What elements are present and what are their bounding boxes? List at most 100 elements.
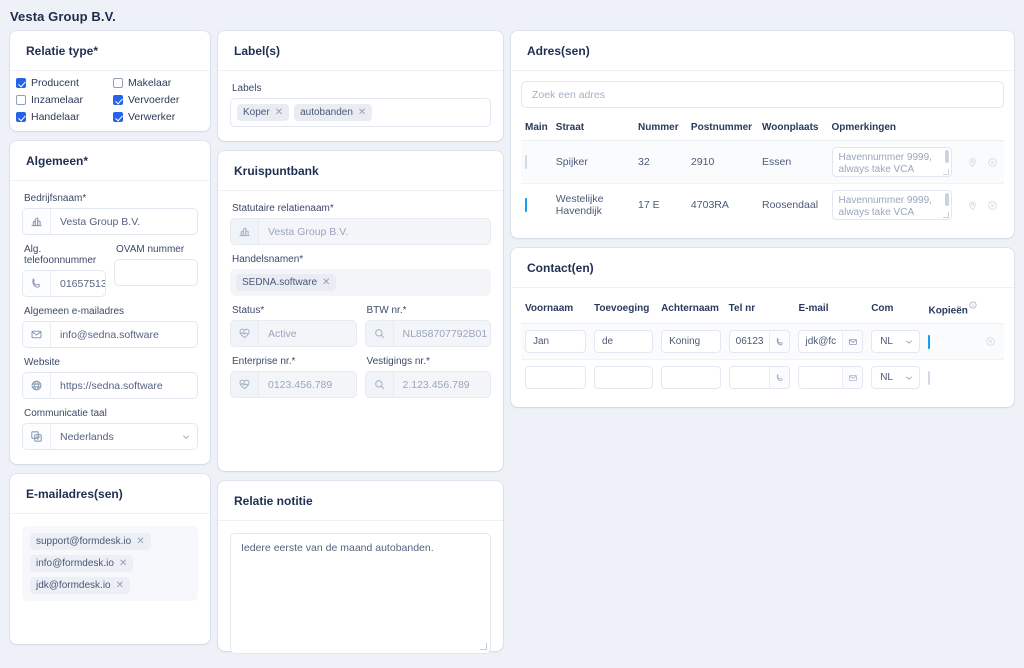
telefoon-field[interactable]: 016575134 — [22, 270, 106, 297]
remove-icon[interactable]: ✕ — [322, 277, 330, 288]
checkbox-row-makelaar[interactable]: Makelaar — [113, 77, 206, 89]
toevoeging-input[interactable]: de — [593, 330, 654, 354]
label-tag[interactable]: autobanden ✕ — [294, 104, 373, 121]
chevron-down-icon[interactable] — [175, 424, 197, 449]
toevoeging-input[interactable] — [593, 366, 654, 390]
checkbox-verwerker[interactable] — [113, 112, 123, 122]
scrollbar-thumb[interactable] — [944, 150, 949, 163]
checkbox-handelaar[interactable] — [16, 112, 26, 122]
checkbox-vervoerder[interactable] — [113, 95, 123, 105]
email-input[interactable]: jdk@fc — [799, 331, 842, 352]
ovam-field[interactable] — [114, 259, 198, 286]
checkbox-main-address[interactable] — [525, 198, 527, 212]
telnr-input-group[interactable] — [728, 366, 791, 390]
checkbox-row-vervoerder[interactable]: Vervoerder — [113, 94, 206, 106]
label-handelsnamen: Handelsnamen* — [232, 254, 304, 265]
cell-voornaam[interactable]: Jan — [521, 323, 590, 361]
checkbox-row-verwerker[interactable]: Verwerker — [113, 111, 206, 123]
cell-com[interactable]: NL — [867, 360, 924, 396]
envelope-icon[interactable] — [842, 331, 863, 353]
opmerkingen-textarea[interactable]: Havennummer 9999, always take VCA — [831, 190, 952, 220]
checkbox-main-address[interactable] — [525, 155, 527, 169]
email-input-group[interactable] — [798, 366, 864, 390]
remove-row-icon[interactable] — [987, 200, 998, 211]
cell-voornaam[interactable] — [521, 360, 590, 396]
voornaam-input[interactable]: Jan — [525, 330, 586, 354]
website-field[interactable]: https://sedna.software — [22, 372, 198, 399]
remove-icon[interactable]: ✕ — [119, 558, 127, 569]
table-row[interactable]: Spijker 32 2910 Essen Havennummer 9999, … — [521, 140, 1004, 184]
relatie-notitie-textarea[interactable]: Iedere eerste van de maand autobanden. — [230, 533, 491, 654]
checkbox-inzamelaar[interactable] — [16, 95, 26, 105]
envelope-icon[interactable] — [842, 367, 863, 389]
cell-telnr[interactable]: 06123 — [724, 323, 795, 361]
cell-kopieen[interactable] — [924, 323, 981, 361]
achternaam-input[interactable] — [661, 366, 721, 390]
cell-postnummer: 4703RA — [690, 199, 729, 211]
telnr-input-group[interactable]: 06123 — [728, 330, 791, 354]
chevron-down-icon[interactable] — [904, 337, 914, 347]
cell-achternaam[interactable]: Koning — [657, 323, 725, 361]
achternaam-input[interactable]: Koning — [661, 330, 721, 354]
map-pin-icon[interactable] — [967, 200, 978, 211]
checkbox-kopieen[interactable] — [928, 370, 931, 385]
label-status: Status* — [232, 305, 265, 316]
scrollbar-thumb[interactable] — [944, 193, 949, 206]
checkbox-producent[interactable] — [16, 78, 26, 88]
checkbox-row-handelaar[interactable]: Handelaar — [16, 111, 109, 123]
cell-achternaam[interactable] — [657, 360, 725, 396]
telnr-input[interactable]: 06123 — [730, 331, 770, 352]
remove-row-icon[interactable] — [985, 336, 1000, 347]
remove-icon[interactable]: ✕ — [275, 107, 283, 118]
col-main: Main — [521, 117, 552, 141]
email-input-group[interactable]: jdk@fc — [798, 330, 864, 354]
table-row[interactable]: Jan de Koning 06123 jdk@fc NL — [521, 323, 1004, 361]
adres-search-input[interactable]: Zoek een adres — [521, 81, 1004, 108]
handelsnamen-input[interactable]: SEDNA.software ✕ — [230, 269, 491, 296]
email-tag[interactable]: jdk@formdesk.io ✕ — [30, 577, 131, 594]
handelsnaam-tag[interactable]: SEDNA.software ✕ — [236, 274, 337, 291]
labels-input[interactable]: Koper ✕ autobanden ✕ — [230, 98, 491, 127]
contacten-title: Contact(en) — [511, 248, 1014, 288]
bedrijfsnaam-field[interactable]: Vesta Group B.V. — [22, 208, 198, 235]
map-pin-icon[interactable] — [967, 157, 978, 168]
table-row[interactable]: Westelijke Havendijk 17 E 4703RA Roosend… — [521, 184, 1004, 227]
checkbox-row-producent[interactable]: Producent — [16, 77, 109, 89]
cell-telnr[interactable] — [725, 360, 795, 396]
chevron-down-icon[interactable] — [904, 373, 914, 383]
checkbox-makelaar[interactable] — [113, 78, 123, 88]
phone-icon[interactable] — [769, 367, 790, 389]
cell-kopieen[interactable] — [924, 360, 980, 396]
com-select[interactable]: NL — [871, 366, 921, 390]
cell-com[interactable]: NL — [867, 323, 925, 361]
voornaam-input[interactable] — [525, 366, 586, 390]
cell-opmerkingen[interactable]: Havennummer 9999, always take VCA — [827, 140, 956, 184]
email-tag[interactable]: support@formdesk.io ✕ — [30, 533, 151, 550]
com-select[interactable]: NL — [871, 330, 921, 354]
cell-main[interactable] — [521, 184, 552, 227]
opmerkingen-textarea[interactable]: Havennummer 9999, always take VCA — [831, 147, 952, 177]
phone-icon[interactable] — [769, 331, 790, 353]
cell-opmerkingen[interactable]: Havennummer 9999, always take VCA — [828, 184, 956, 227]
label-tag[interactable]: Koper ✕ — [237, 104, 290, 121]
checkbox-kopieen[interactable] — [928, 334, 931, 349]
telnr-input[interactable] — [730, 367, 770, 388]
cell-toevoeging[interactable]: de — [589, 323, 658, 361]
remove-row-icon[interactable] — [987, 157, 998, 168]
remove-icon[interactable]: ✕ — [116, 580, 124, 591]
email-input[interactable] — [799, 367, 842, 388]
kruispuntbank-card: Kruispuntbank Statutaire relatienaam* Ve… — [218, 151, 503, 471]
email-tag[interactable]: info@formdesk.io ✕ — [30, 555, 134, 572]
taal-select[interactable]: Nederlands — [22, 423, 198, 450]
email-field[interactable]: info@sedna.software — [22, 321, 198, 348]
info-icon[interactable] — [969, 301, 977, 309]
cell-email[interactable] — [794, 360, 867, 396]
remove-icon[interactable]: ✕ — [358, 107, 366, 118]
checkbox-row-inzamelaar[interactable]: Inzamelaar — [16, 94, 109, 106]
col-opmerkingen: Opmerkingen — [827, 117, 956, 141]
remove-icon[interactable]: ✕ — [136, 536, 144, 547]
cell-main[interactable] — [521, 140, 552, 184]
table-row[interactable]: NL — [521, 360, 1004, 396]
cell-email[interactable]: jdk@fc — [794, 323, 868, 361]
cell-toevoeging[interactable] — [590, 360, 657, 396]
